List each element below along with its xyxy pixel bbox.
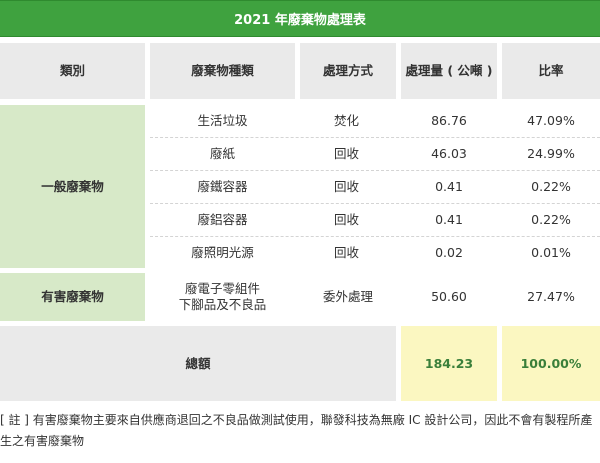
total-label: 總額 bbox=[0, 326, 396, 401]
table-row-1-ratio: 24.99% bbox=[502, 138, 600, 170]
table-row-2-ratio: 0.22% bbox=[502, 171, 600, 203]
category-general: 一般廢棄物 bbox=[0, 105, 145, 268]
table-row-5-type-line1: 廢電子零組件 bbox=[184, 281, 260, 297]
table-row-4-amount: 0.02 bbox=[401, 237, 497, 268]
table-row-3-amount: 0.41 bbox=[401, 204, 497, 236]
table-row-5-type: 廢電子零組件 下腳品及不良品 bbox=[150, 273, 295, 321]
header-method: 處理方式 bbox=[300, 43, 396, 99]
table-row-5-ratio: 27.47% bbox=[502, 273, 600, 321]
table-title: 2021 年廢棄物處理表 bbox=[0, 0, 600, 37]
table-row-5-method: 委外處理 bbox=[300, 273, 396, 321]
table-row-5-type-line2: 下腳品及不良品 bbox=[178, 297, 267, 312]
header-amount: 處理量 ( 公噸 ) bbox=[401, 43, 497, 99]
table-row-1-type: 廢紙 bbox=[150, 138, 295, 170]
total-ratio: 100.00% bbox=[502, 326, 600, 401]
table-row-3-type: 廢鋁容器 bbox=[150, 204, 295, 236]
total-amount: 184.23 bbox=[401, 326, 497, 401]
table-row-1-amount: 46.03 bbox=[401, 138, 497, 170]
table-row-2-amount: 0.41 bbox=[401, 171, 497, 203]
table-row-3-ratio: 0.22% bbox=[502, 204, 600, 236]
table-row-4-ratio: 0.01% bbox=[502, 237, 600, 268]
table-row-0-type: 生活垃圾 bbox=[150, 105, 295, 137]
table-row-1-method: 回收 bbox=[300, 138, 396, 170]
table-row-3-method: 回收 bbox=[300, 204, 396, 236]
table-row-4-type: 廢照明光源 bbox=[150, 237, 295, 268]
category-hazardous: 有害廢棄物 bbox=[0, 273, 145, 321]
table-row-0-ratio: 47.09% bbox=[502, 105, 600, 137]
table-row-0-amount: 86.76 bbox=[401, 105, 497, 137]
header-type: 廢棄物種類 bbox=[150, 43, 295, 99]
header-category: 類別 bbox=[0, 43, 145, 99]
table-row-0-method: 焚化 bbox=[300, 105, 396, 137]
footnote: [ 註 ] 有害廢棄物主要來自供應商退回之不良品做測試使用，聯發科技為無廠 IC… bbox=[0, 413, 593, 448]
table-row-2-method: 回收 bbox=[300, 171, 396, 203]
header-ratio: 比率 bbox=[502, 43, 600, 99]
table-row-5-amount: 50.60 bbox=[401, 273, 497, 321]
table-row-2-type: 廢鐵容器 bbox=[150, 171, 295, 203]
table-row-4-method: 回收 bbox=[300, 237, 396, 268]
